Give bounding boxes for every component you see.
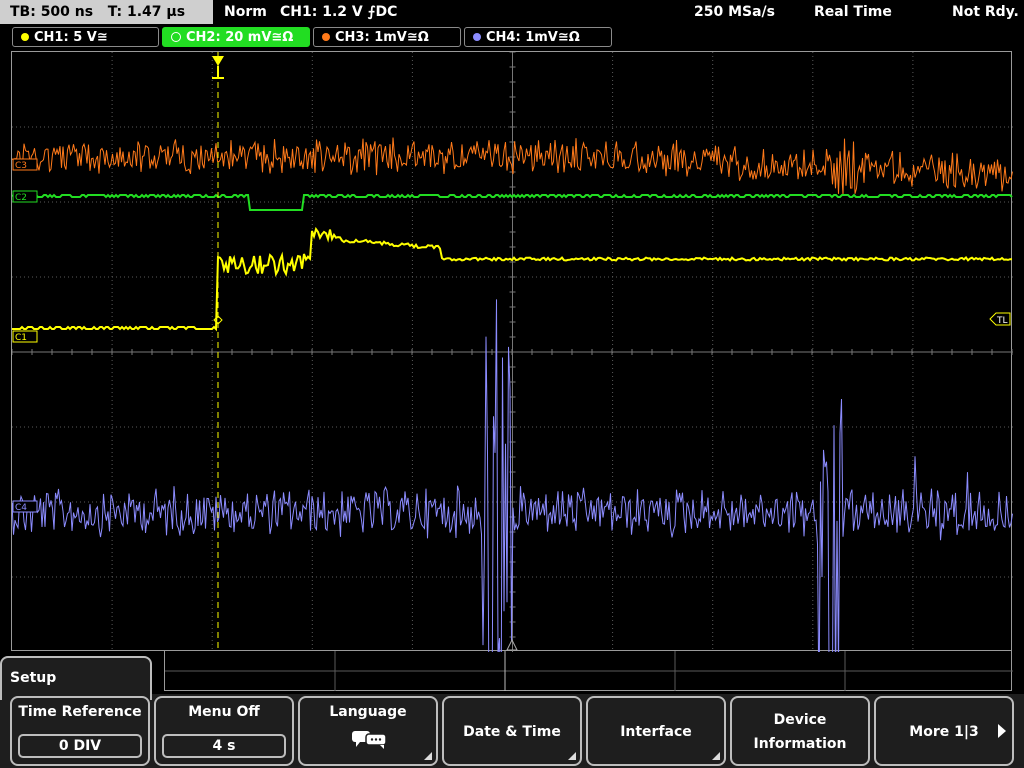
trigger-level-marker[interactable]: TL	[989, 312, 1011, 326]
ch1-color-dot-icon	[21, 32, 29, 41]
ch1-marker-label: C1	[15, 333, 27, 343]
trigger-info[interactable]: CH1: 1.2 V ⨍DC	[280, 0, 397, 24]
ch4-ground-marker[interactable]: C4	[12, 500, 38, 513]
menu-title-tab: Setup	[0, 656, 152, 700]
more-button[interactable]: More 1|3	[874, 696, 1014, 766]
channel-tab-ch4[interactable]: CH4: 1mV≅Ω	[464, 27, 612, 47]
time-reference-button[interactable]: Time Reference 0 DIV	[10, 696, 150, 766]
device-information-button[interactable]: Device Information	[730, 696, 870, 766]
channel-tab-ch2[interactable]: CH2: 20 mV≅Ω	[162, 27, 310, 47]
menu-off-button[interactable]: Menu Off 4 s	[154, 696, 294, 766]
trigger-level-label: TL	[996, 316, 1008, 326]
ch2-label: CH2: 20 mV≅Ω	[186, 30, 294, 45]
acquisition-mode[interactable]: Real Time	[814, 0, 892, 24]
ch3-ground-marker[interactable]: C3	[12, 158, 38, 171]
ch4-color-dot-icon	[473, 32, 481, 41]
sample-rate: 250 MSa/s	[694, 4, 776, 20]
ch4-marker-label: C4	[15, 503, 27, 513]
device-information-line2: Information	[753, 736, 847, 752]
ch1-label: CH1: 5 V≅	[34, 30, 108, 45]
trigger-time-value: T: 1.47 µs	[107, 4, 186, 20]
ch2-color-dot-icon	[171, 31, 181, 42]
time-reference-label: Time Reference	[18, 704, 142, 720]
submenu-indicator-icon	[568, 752, 576, 760]
channel-tab-ch3[interactable]: CH3: 1mV≅Ω	[313, 27, 461, 47]
timebase-value: TB: 500 ns	[10, 4, 94, 20]
menu-off-label: Menu Off	[188, 704, 260, 720]
ch1-ground-marker[interactable]: C1	[12, 330, 38, 343]
speech-bubbles-icon	[352, 731, 387, 749]
interface-label: Interface	[620, 724, 692, 740]
menu-title: Setup	[10, 670, 57, 686]
channel-tab-ch1[interactable]: CH1: 5 V≅	[12, 27, 159, 47]
trigger-mode[interactable]: Norm	[224, 0, 267, 24]
menu-off-value: 4 s	[162, 734, 286, 758]
language-button[interactable]: Language	[298, 696, 438, 766]
ch4-label: CH4: 1mV≅Ω	[486, 30, 580, 45]
ch3-color-dot-icon	[322, 32, 330, 41]
next-page-arrow-icon	[998, 724, 1006, 738]
run-status[interactable]: Not Rdy.	[952, 0, 1019, 24]
language-label: Language	[329, 704, 407, 720]
submenu-indicator-icon	[424, 752, 432, 760]
submenu-indicator-icon	[712, 752, 720, 760]
interface-button[interactable]: Interface	[586, 696, 726, 766]
zoom-overview-strip	[164, 651, 1013, 691]
ch2-marker-label: C2	[15, 193, 27, 203]
date-time-button[interactable]: Date & Time	[442, 696, 582, 766]
waveform-display[interactable]: C1 C2 C3 C4 TL	[11, 51, 1013, 652]
time-reference-value: 0 DIV	[18, 734, 142, 758]
timebase-panel[interactable]: TB: 500 ns T: 1.47 µs	[0, 0, 213, 24]
more-label: More 1|3	[909, 724, 979, 740]
ch2-ground-marker[interactable]: C2	[12, 190, 38, 203]
status-bar: Norm CH1: 1.2 V ⨍DC 250 MSa/s Real Time …	[216, 0, 1024, 24]
date-time-label: Date & Time	[463, 724, 561, 740]
trigger-position-icon[interactable]	[212, 56, 224, 79]
ch3-label: CH3: 1mV≅Ω	[335, 30, 429, 45]
ch3-marker-label: C3	[15, 161, 27, 171]
device-information-line1: Device	[773, 712, 827, 728]
